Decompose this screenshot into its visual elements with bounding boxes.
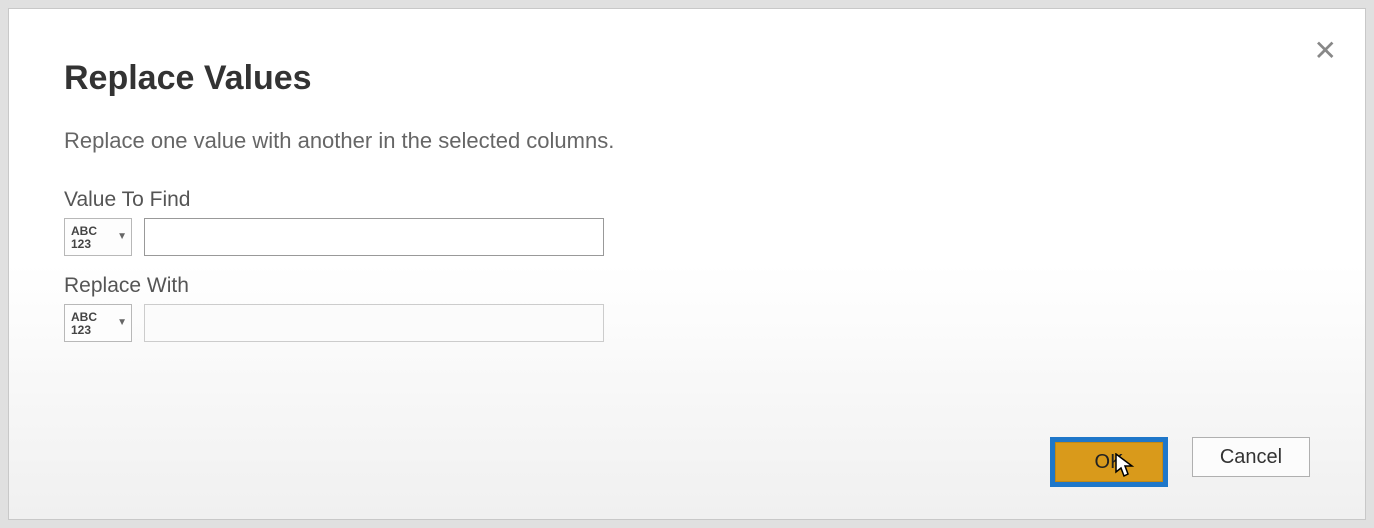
- value-to-find-type-selector[interactable]: ABC 123 ▼: [64, 218, 132, 256]
- abc123-icon: ABC 123: [71, 311, 97, 336]
- dialog-title: Replace Values: [64, 59, 1310, 98]
- value-to-find-label: Value To Find: [64, 188, 1310, 212]
- close-icon[interactable]: ✕: [1314, 37, 1337, 65]
- chevron-down-icon: ▼: [117, 318, 127, 328]
- replace-with-input[interactable]: [144, 304, 604, 342]
- dialog-button-row: OK Cancel: [1050, 437, 1310, 487]
- abc123-icon: ABC 123: [71, 225, 97, 250]
- replace-with-group: Replace With ABC 123 ▼: [64, 274, 1310, 342]
- replace-with-row: ABC 123 ▼: [64, 304, 1310, 342]
- replace-values-dialog: ✕ Replace Values Replace one value with …: [8, 8, 1366, 520]
- dialog-description: Replace one value with another in the se…: [64, 128, 1310, 154]
- ok-button-label: OK: [1095, 451, 1124, 474]
- value-to-find-group: Value To Find ABC 123 ▼: [64, 188, 1310, 256]
- value-to-find-input[interactable]: [144, 218, 604, 256]
- value-to-find-row: ABC 123 ▼: [64, 218, 1310, 256]
- cancel-button[interactable]: Cancel: [1192, 437, 1310, 477]
- ok-button[interactable]: OK: [1055, 442, 1163, 482]
- chevron-down-icon: ▼: [117, 232, 127, 242]
- replace-with-label: Replace With: [64, 274, 1310, 298]
- ok-button-highlight: OK: [1050, 437, 1168, 487]
- replace-with-type-selector[interactable]: ABC 123 ▼: [64, 304, 132, 342]
